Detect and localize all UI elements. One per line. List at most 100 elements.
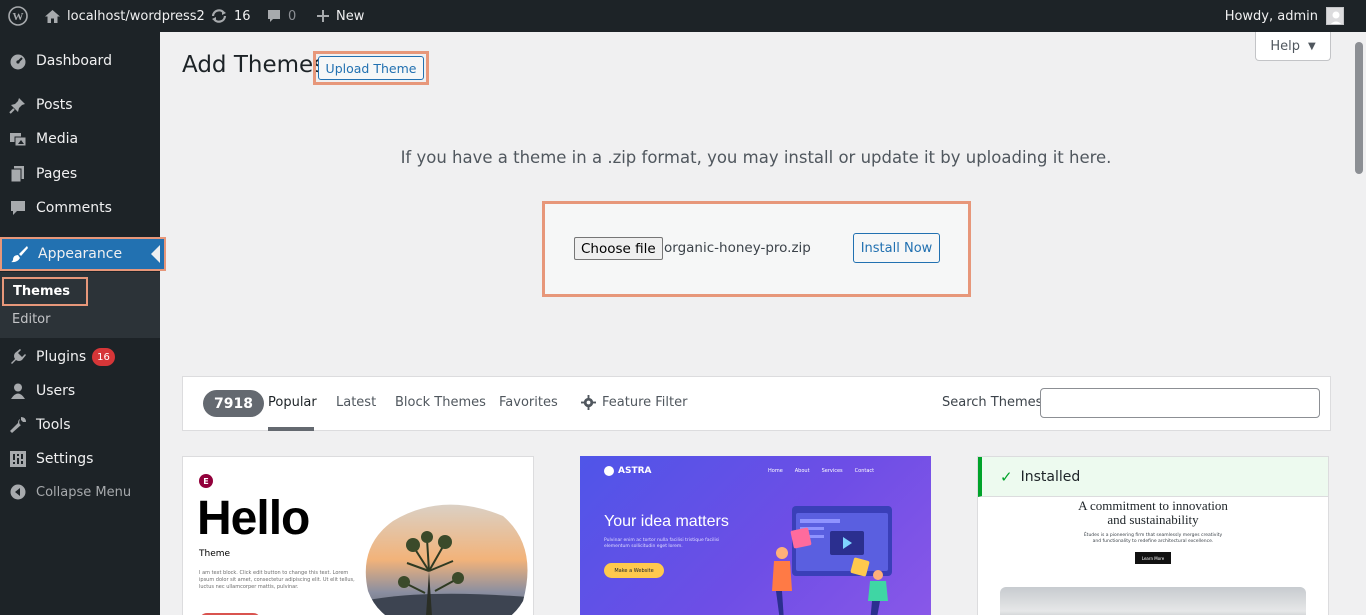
astra-nav-item: Home: [768, 468, 783, 474]
help-label: Help: [1270, 38, 1300, 54]
theme-preview-image: [365, 504, 528, 615]
upload-form: Choose file organic-honey-pro.zip Instal…: [542, 201, 971, 297]
collapse-menu-button[interactable]: Collapse Menu: [0, 475, 160, 509]
avatar: [1326, 7, 1344, 25]
admin-sidebar: Dashboard Posts Media Pages Comments App…: [0, 32, 166, 615]
page-scrollbar[interactable]: [1352, 32, 1366, 615]
astra-preview-nav: Home About Services Contact: [768, 468, 874, 474]
sidebar-item-label: Appearance: [38, 246, 123, 262]
installed-notice: ✓ Installed: [978, 457, 1328, 497]
dashboard-icon: [0, 52, 36, 70]
admin-bar: W localhost/wordpress2 16 0 New Howdy, a…: [0, 0, 1366, 32]
theme-preview-illustration: [772, 506, 892, 615]
elementor-logo-icon: E: [199, 474, 213, 488]
scrollbar-thumb[interactable]: [1355, 42, 1363, 174]
theme-preview-title: Hello: [197, 492, 310, 545]
admin-bar-new[interactable]: New: [316, 0, 364, 32]
comment-bubble-icon: [266, 8, 282, 24]
admin-bar-comments[interactable]: 0: [266, 0, 296, 32]
gear-icon: [581, 395, 596, 410]
theme-preview-title: Your idea matters: [604, 513, 729, 530]
sidebar-item-label: Pages: [36, 166, 78, 182]
theme-preview-title: A commitment to innovation and sustainab…: [978, 499, 1328, 527]
admin-bar-account[interactable]: Howdy, admin: [1225, 0, 1344, 32]
theme-card-hello[interactable]: E Hello Theme I am text block. Click edi…: [182, 456, 534, 615]
sidebar-item-label: Users: [36, 383, 76, 399]
plugin-icon: [0, 348, 36, 366]
sidebar-item-posts[interactable]: Posts: [0, 88, 160, 122]
site-name: localhost/wordpress2: [67, 8, 205, 24]
paintbrush-icon: [2, 245, 38, 263]
checkmark-icon: ✓: [1000, 467, 1013, 486]
users-icon: [0, 382, 36, 400]
astra-logo: ASTRA: [604, 466, 651, 476]
caret-down-icon: ▼: [1307, 40, 1316, 52]
theme-preview-title-line: A commitment to innovation: [1078, 498, 1228, 513]
theme-preview-image: [1000, 587, 1306, 615]
active-tab-indicator: [268, 427, 314, 431]
sidebar-item-pages[interactable]: Pages: [0, 157, 160, 191]
sidebar-item-users[interactable]: Users: [0, 374, 160, 408]
comments-icon: [0, 199, 36, 217]
sidebar-item-settings[interactable]: Settings: [0, 442, 160, 476]
tab-block-themes[interactable]: Block Themes: [395, 395, 486, 410]
sidebar-item-label: Settings: [36, 451, 94, 467]
plus-icon: [316, 9, 330, 23]
sidebar-item-label: Plugins: [36, 349, 87, 365]
search-themes-input[interactable]: [1040, 388, 1320, 418]
admin-bar-site-link[interactable]: localhost/wordpress2: [44, 0, 205, 32]
collapse-arrow-icon: [0, 484, 36, 500]
theme-card-astra[interactable]: ASTRA Home About Services Contact Your i…: [580, 456, 931, 615]
sidebar-item-label: Dashboard: [36, 53, 112, 69]
help-tab-button[interactable]: Help ▼: [1255, 32, 1331, 61]
tab-latest[interactable]: Latest: [336, 395, 376, 410]
theme-preview-title-line: and sustainability: [1107, 512, 1199, 527]
theme-preview-button: Learn More: [1135, 552, 1171, 564]
pages-icon: [0, 165, 36, 183]
install-now-button[interactable]: Install Now: [853, 233, 940, 263]
theme-preview-button: Make a Website: [604, 563, 664, 578]
sidebar-item-appearance[interactable]: Appearance: [0, 237, 166, 271]
astra-logo-icon: [604, 466, 614, 476]
theme-filter-bar: 7918 Popular Latest Block Themes Favorit…: [182, 376, 1331, 431]
theme-preview-body: I am text block. Click edit button to ch…: [199, 570, 355, 590]
page-title: Add Themes: [182, 52, 326, 78]
sidebar-item-comments[interactable]: Comments: [0, 191, 160, 225]
theme-count: 7918: [203, 390, 264, 417]
theme-preview-body: Pulvinar enim ac tortor nulla facilisi t…: [604, 538, 720, 549]
updates-count: 16: [234, 8, 251, 24]
submenu-item-editor[interactable]: Editor: [12, 312, 50, 327]
feature-filter-label: Feature Filter: [602, 395, 688, 410]
theme-preview-subtitle: Theme: [199, 549, 231, 559]
choose-file-button[interactable]: Choose file: [574, 237, 663, 260]
theme-card-installed[interactable]: ✓ Installed A commitment to innovation a…: [977, 456, 1329, 615]
astra-nav-item: Services: [821, 468, 843, 474]
sidebar-item-media[interactable]: Media: [0, 122, 160, 156]
feature-filter-button[interactable]: Feature Filter: [581, 395, 687, 410]
theme-preview-body: Études is a pioneering firm that seamles…: [1083, 533, 1223, 544]
svg-text:W: W: [13, 11, 24, 23]
sidebar-item-tools[interactable]: Tools: [0, 408, 160, 442]
sidebar-item-label: Tools: [36, 417, 71, 433]
home-icon: [44, 9, 61, 24]
sidebar-item-label: Comments: [36, 200, 112, 216]
tab-favorites[interactable]: Favorites: [499, 395, 558, 410]
sidebar-item-plugins[interactable]: Plugins 16: [0, 340, 160, 374]
updates-icon: [210, 8, 228, 24]
installed-label: Installed: [1020, 468, 1081, 485]
appearance-submenu: Themes Editor: [0, 272, 160, 338]
submenu-item-themes[interactable]: Themes: [2, 277, 88, 306]
comments-count: 0: [288, 8, 297, 24]
settings-sliders-icon: [0, 450, 36, 468]
sidebar-item-label: Posts: [36, 97, 73, 113]
upload-theme-highlight: Upload Theme: [313, 51, 429, 85]
new-label: New: [336, 8, 365, 24]
plugins-update-badge: 16: [92, 348, 115, 366]
upload-theme-button[interactable]: Upload Theme: [318, 56, 424, 80]
sidebar-item-dashboard[interactable]: Dashboard: [0, 44, 160, 78]
admin-bar-updates[interactable]: 16: [210, 0, 251, 32]
tab-popular[interactable]: Popular: [268, 395, 317, 410]
greeting: Howdy, admin: [1224, 8, 1318, 24]
wordpress-logo-icon[interactable]: W: [0, 0, 36, 32]
astra-nav-item: Contact: [854, 468, 875, 474]
